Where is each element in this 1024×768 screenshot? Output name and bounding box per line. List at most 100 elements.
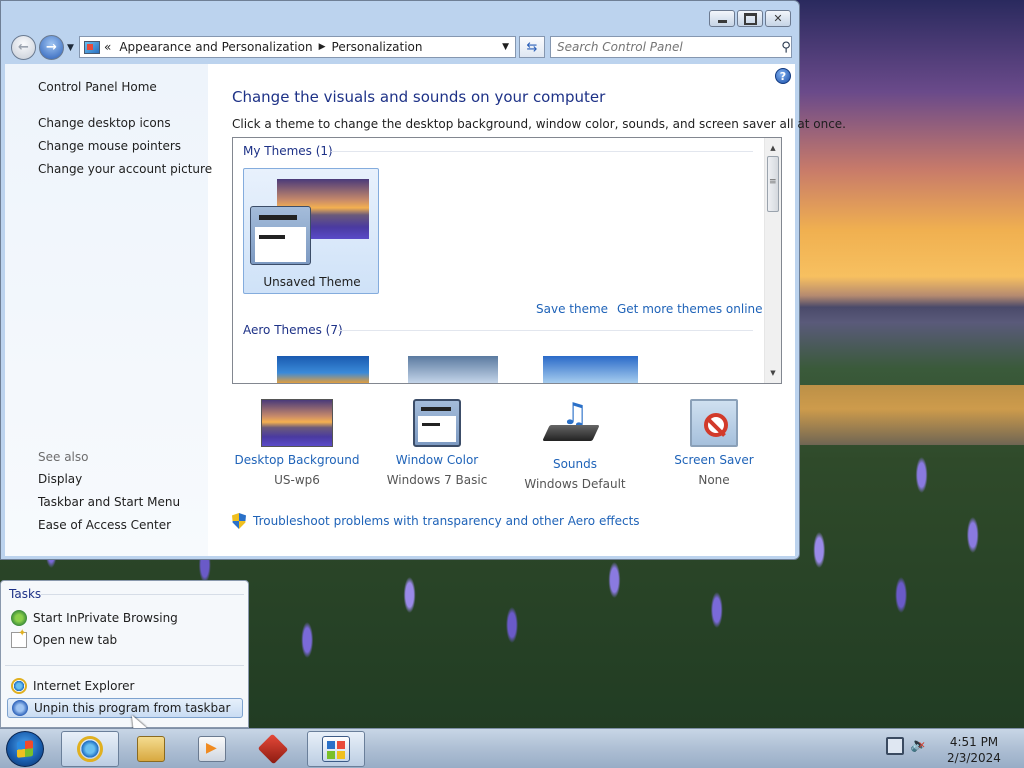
breadcrumb-personalization[interactable]: Personalization <box>332 40 423 54</box>
window-controls <box>709 10 791 27</box>
shield-icon <box>232 513 246 529</box>
control-panel-home-link[interactable]: Control Panel Home <box>38 80 157 94</box>
back-button[interactable]: ← <box>11 35 36 60</box>
taskbar-control-panel[interactable] <box>307 731 365 767</box>
sounds-value: Windows Default <box>524 477 626 491</box>
control-panel-icon <box>322 736 350 762</box>
breadcrumb-appearance[interactable]: Appearance and Personalization <box>119 40 312 54</box>
my-themes-header[interactable]: My Themes (1) <box>243 144 333 158</box>
group-divider <box>338 330 753 331</box>
sounds-label[interactable]: Sounds <box>510 457 640 471</box>
forward-button[interactable]: → <box>39 35 64 60</box>
control-panel-icon <box>84 40 100 54</box>
minimize-button[interactable] <box>709 10 735 27</box>
screen-saver-label[interactable]: Screen Saver <box>649 453 779 467</box>
address-row: ← → ▼ « Appearance and Personalization ▶… <box>9 35 793 60</box>
theme-settings: Desktop Background US-wp6 Window Color W… <box>232 399 782 499</box>
window-color-setting[interactable]: Window Color Windows 7 Basic <box>372 399 502 487</box>
change-desktop-icons-link[interactable]: Change desktop icons <box>38 116 171 130</box>
window-color-value: Windows 7 Basic <box>386 473 488 487</box>
title-bar[interactable] <box>1 1 799 35</box>
refresh-button[interactable]: ⇆ <box>519 36 545 58</box>
address-dropdown-icon[interactable]: ▼ <box>502 42 509 52</box>
troubleshoot-link[interactable]: Troubleshoot problems with transparency … <box>253 514 640 528</box>
tasks-header: Tasks <box>9 587 42 601</box>
start-inprivate-label: Start InPrivate Browsing <box>33 611 178 625</box>
taskbar-internet-explorer[interactable] <box>61 731 119 767</box>
open-new-tab-label: Open new tab <box>33 633 118 647</box>
start-inprivate-item[interactable]: Start InPrivate Browsing <box>7 608 243 628</box>
aero-themes-header[interactable]: Aero Themes (7) <box>243 323 343 337</box>
desktop-background-value: US-wp6 <box>274 473 320 487</box>
taskbar-windows-explorer[interactable] <box>122 731 180 767</box>
troubleshoot-row: Troubleshoot problems with transparency … <box>232 513 640 529</box>
start-button[interactable] <box>6 731 44 767</box>
aero-theme-architecture-thumbnail[interactable] <box>408 356 498 383</box>
sounds-icon[interactable]: ♫ <box>538 399 612 451</box>
taskbar-media-player[interactable] <box>183 731 241 767</box>
get-more-themes-link[interactable]: Get more themes online <box>617 302 763 316</box>
aero-theme-characters-thumbnail[interactable] <box>543 356 638 383</box>
jumplist-separator <box>5 665 244 666</box>
screen-saver-setting[interactable]: Screen Saver None <box>649 399 779 487</box>
window-color-icon[interactable] <box>413 399 461 447</box>
change-mouse-pointers-link[interactable]: Change mouse pointers <box>38 139 181 153</box>
taskbar: 🔈 4:51 PM 2/3/2024 <box>0 728 1024 768</box>
desktop-background-setting[interactable]: Desktop Background US-wp6 <box>232 399 362 487</box>
close-button[interactable] <box>765 10 791 27</box>
personalization-window: ← → ▼ « Appearance and Personalization ▶… <box>0 0 846 560</box>
see-also-label: See also <box>38 450 89 464</box>
scroll-down-icon[interactable]: ▼ <box>765 365 781 381</box>
screen-saver-icon[interactable] <box>690 399 738 447</box>
change-account-picture-link[interactable]: Change your account picture <box>38 162 212 176</box>
scroll-up-icon[interactable]: ▲ <box>765 140 781 156</box>
open-new-tab-item[interactable]: Open new tab <box>7 628 243 650</box>
theme-tile-unsaved[interactable]: Unsaved Theme <box>243 168 379 294</box>
theme-name: Unsaved Theme <box>263 275 361 289</box>
help-icon[interactable]: ? <box>775 68 791 84</box>
inprivate-icon <box>11 610 27 626</box>
scroll-thumb[interactable] <box>767 156 779 212</box>
network-icon[interactable] <box>886 737 904 755</box>
recent-pages-dropdown-icon[interactable]: ▼ <box>67 43 74 53</box>
ease-of-access-link[interactable]: Ease of Access Center <box>38 518 171 532</box>
breadcrumb-separator-icon[interactable]: ▶ <box>319 42 326 52</box>
themes-list: My Themes (1) Unsaved Theme Save theme G… <box>232 137 782 384</box>
clock-time: 4:51 PM <box>949 735 999 749</box>
volume-muted-icon[interactable]: 🔈 <box>910 737 928 755</box>
display-link[interactable]: Display <box>38 472 82 486</box>
page-description: Click a theme to change the desktop back… <box>232 117 846 131</box>
unpin-label: Unpin this program from taskbar <box>34 701 231 715</box>
task-pane: Control Panel Home Change desktop icons … <box>5 64 212 556</box>
unpin-icon <box>12 700 28 716</box>
folder-icon <box>137 736 165 762</box>
page-title: Change the visuals and sounds on your co… <box>232 88 606 106</box>
search-input[interactable] <box>551 40 773 54</box>
save-theme-link[interactable]: Save theme <box>536 302 608 316</box>
address-bar[interactable]: « Appearance and Personalization ▶ Perso… <box>79 36 516 58</box>
screen-saver-value: None <box>698 473 730 487</box>
sounds-setting[interactable]: ♫ Sounds Windows Default <box>510 399 640 492</box>
aero-theme-windows-thumbnail[interactable] <box>277 356 369 383</box>
internet-explorer-icon <box>77 736 103 762</box>
taskbar-start-menu-link[interactable]: Taskbar and Start Menu <box>38 495 180 509</box>
desktop-background-icon[interactable] <box>261 399 333 447</box>
internet-explorer-item[interactable]: Internet Explorer <box>7 676 243 696</box>
maximize-button[interactable] <box>737 10 763 27</box>
desktop-background-label[interactable]: Desktop Background <box>232 453 362 467</box>
taskbar-red-app[interactable] <box>244 731 302 767</box>
search-icon[interactable]: ⚲ <box>773 40 791 55</box>
client-area: Control Panel Home Change desktop icons … <box>5 64 846 556</box>
clock-date: 2/3/2024 <box>947 751 1001 765</box>
breadcrumb-prefix[interactable]: « <box>104 40 111 54</box>
media-player-icon <box>198 736 226 762</box>
internet-explorer-label: Internet Explorer <box>33 679 135 693</box>
themes-scrollbar[interactable]: ▲ ▼ <box>764 138 781 383</box>
ie-jump-list: Tasks Start InPrivate Browsing Open new … <box>0 580 249 728</box>
window-color-label[interactable]: Window Color <box>372 453 502 467</box>
clock[interactable]: 4:51 PM 2/3/2024 <box>944 734 1004 766</box>
search-box[interactable]: ⚲ <box>550 36 792 58</box>
theme-window-thumbnail <box>250 206 311 265</box>
red-cube-icon <box>257 733 289 765</box>
unpin-from-taskbar-item[interactable]: Unpin this program from taskbar <box>7 698 243 718</box>
